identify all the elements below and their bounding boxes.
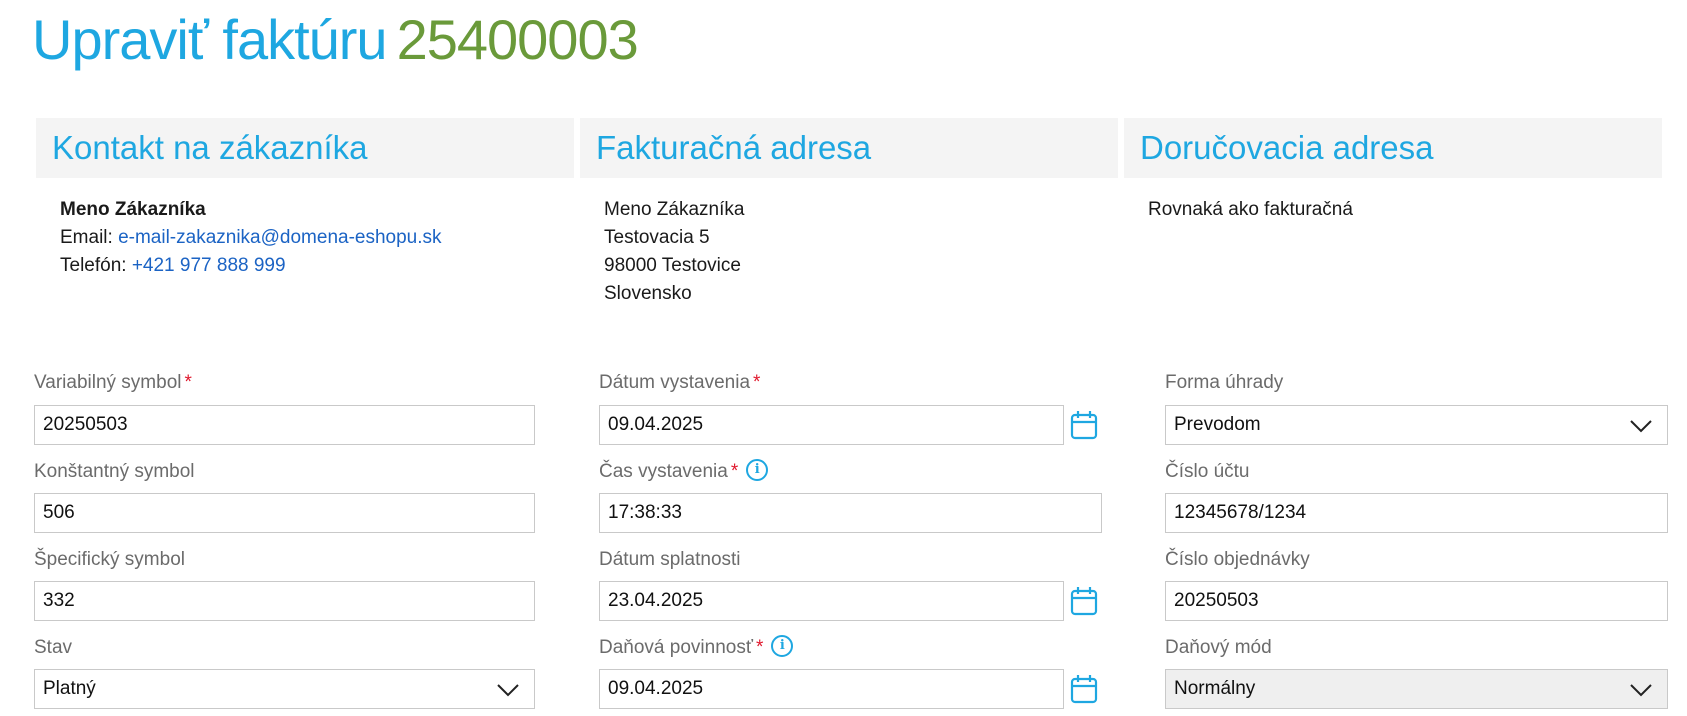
- email-link[interactable]: e-mail-zakaznika@domena-eshopu.sk: [118, 227, 441, 248]
- issue-time-label: Čas vystavenia * i: [599, 459, 769, 484]
- order-number-input[interactable]: 20250503: [1165, 581, 1668, 621]
- billing-line: Slovensko: [604, 283, 692, 304]
- constant-symbol-label: Konštantný symbol: [34, 461, 195, 482]
- chevron-down-icon: [1630, 684, 1652, 697]
- payment-method-value: Prevodom: [1174, 414, 1261, 435]
- delivery-panel-heading: Doručovacia adresa: [1124, 118, 1662, 178]
- tax-date-input[interactable]: 09.04.2025: [599, 669, 1064, 709]
- account-number-label: Číslo účtu: [1165, 461, 1250, 482]
- calendar-icon[interactable]: [1070, 410, 1098, 440]
- variable-symbol-label-text: Variabilný symbol: [34, 372, 182, 393]
- contact-panel-heading: Kontakt na zákazníka: [36, 118, 574, 178]
- calendar-icon[interactable]: [1070, 674, 1098, 704]
- email-label: Email:: [60, 227, 113, 248]
- delivery-text: Rovnaká ako fakturačná: [1148, 199, 1353, 220]
- billing-panel: Meno Zákazníka Testovacia 5 98000 Testov…: [604, 196, 744, 308]
- account-number-input[interactable]: 12345678/1234: [1165, 493, 1668, 533]
- chevron-down-icon: [1630, 420, 1652, 433]
- page-title: Upraviť faktúru 25400003: [32, 4, 639, 76]
- issue-date-label: Dátum vystavenia *: [599, 371, 760, 395]
- required-mark: *: [753, 372, 761, 393]
- tax-date-label-text: Daňová povinnosť: [599, 637, 753, 658]
- phone-link[interactable]: +421 977 888 999: [132, 255, 286, 276]
- page-title-text: Upraviť faktúru: [32, 8, 388, 71]
- chevron-down-icon: [497, 684, 519, 697]
- status-label: Stav: [34, 637, 73, 658]
- issue-date-input[interactable]: 09.04.2025: [599, 405, 1064, 445]
- customer-name: Meno Zákazníka: [60, 199, 206, 220]
- issue-time-input[interactable]: 17:38:33: [599, 493, 1102, 533]
- tax-mode-select[interactable]: Normálny: [1165, 669, 1668, 709]
- specific-symbol-label: Špecifický symbol: [34, 549, 185, 570]
- invoice-number: 25400003: [396, 8, 639, 71]
- tax-mode-label: Daňový mód: [1165, 637, 1272, 658]
- variable-symbol-label: Variabilný symbol *: [34, 371, 192, 395]
- tax-date-label: Daňová povinnosť * i: [599, 635, 794, 660]
- info-icon[interactable]: i: [746, 459, 769, 482]
- variable-symbol-input[interactable]: 20250503: [34, 405, 535, 445]
- constant-symbol-input[interactable]: 506: [34, 493, 535, 533]
- status-select[interactable]: Platný: [34, 669, 535, 709]
- required-mark: *: [184, 372, 192, 393]
- payment-method-select[interactable]: Prevodom: [1165, 405, 1668, 445]
- specific-symbol-input[interactable]: 332: [34, 581, 535, 621]
- payment-method-label: Forma úhrady: [1165, 372, 1284, 393]
- phone-label: Telefón:: [60, 255, 127, 276]
- billing-line: 98000 Testovice: [604, 255, 741, 276]
- tax-mode-value: Normálny: [1174, 678, 1256, 699]
- delivery-panel: Rovnaká ako fakturačná: [1148, 196, 1353, 224]
- status-value: Platný: [43, 678, 96, 699]
- billing-line: Testovacia 5: [604, 227, 710, 248]
- calendar-icon[interactable]: [1070, 586, 1098, 616]
- issue-time-label-text: Čas vystavenia: [599, 461, 728, 482]
- issue-date-label-text: Dátum vystavenia: [599, 372, 751, 393]
- contact-panel: Meno Zákazníka Email: e-mail-zakaznika@d…: [60, 196, 442, 280]
- due-date-input[interactable]: 23.04.2025: [599, 581, 1064, 621]
- due-date-label: Dátum splatnosti: [599, 549, 741, 570]
- phone-row: Telefón: +421 977 888 999: [60, 252, 442, 280]
- required-mark: *: [755, 637, 764, 658]
- order-number-label: Číslo objednávky: [1165, 549, 1310, 570]
- billing-panel-heading: Fakturačná adresa: [580, 118, 1118, 178]
- info-icon[interactable]: i: [771, 635, 794, 658]
- required-mark: *: [730, 461, 739, 482]
- email-row: Email: e-mail-zakaznika@domena-eshopu.sk: [60, 224, 442, 252]
- billing-line: Meno Zákazníka: [604, 199, 745, 220]
